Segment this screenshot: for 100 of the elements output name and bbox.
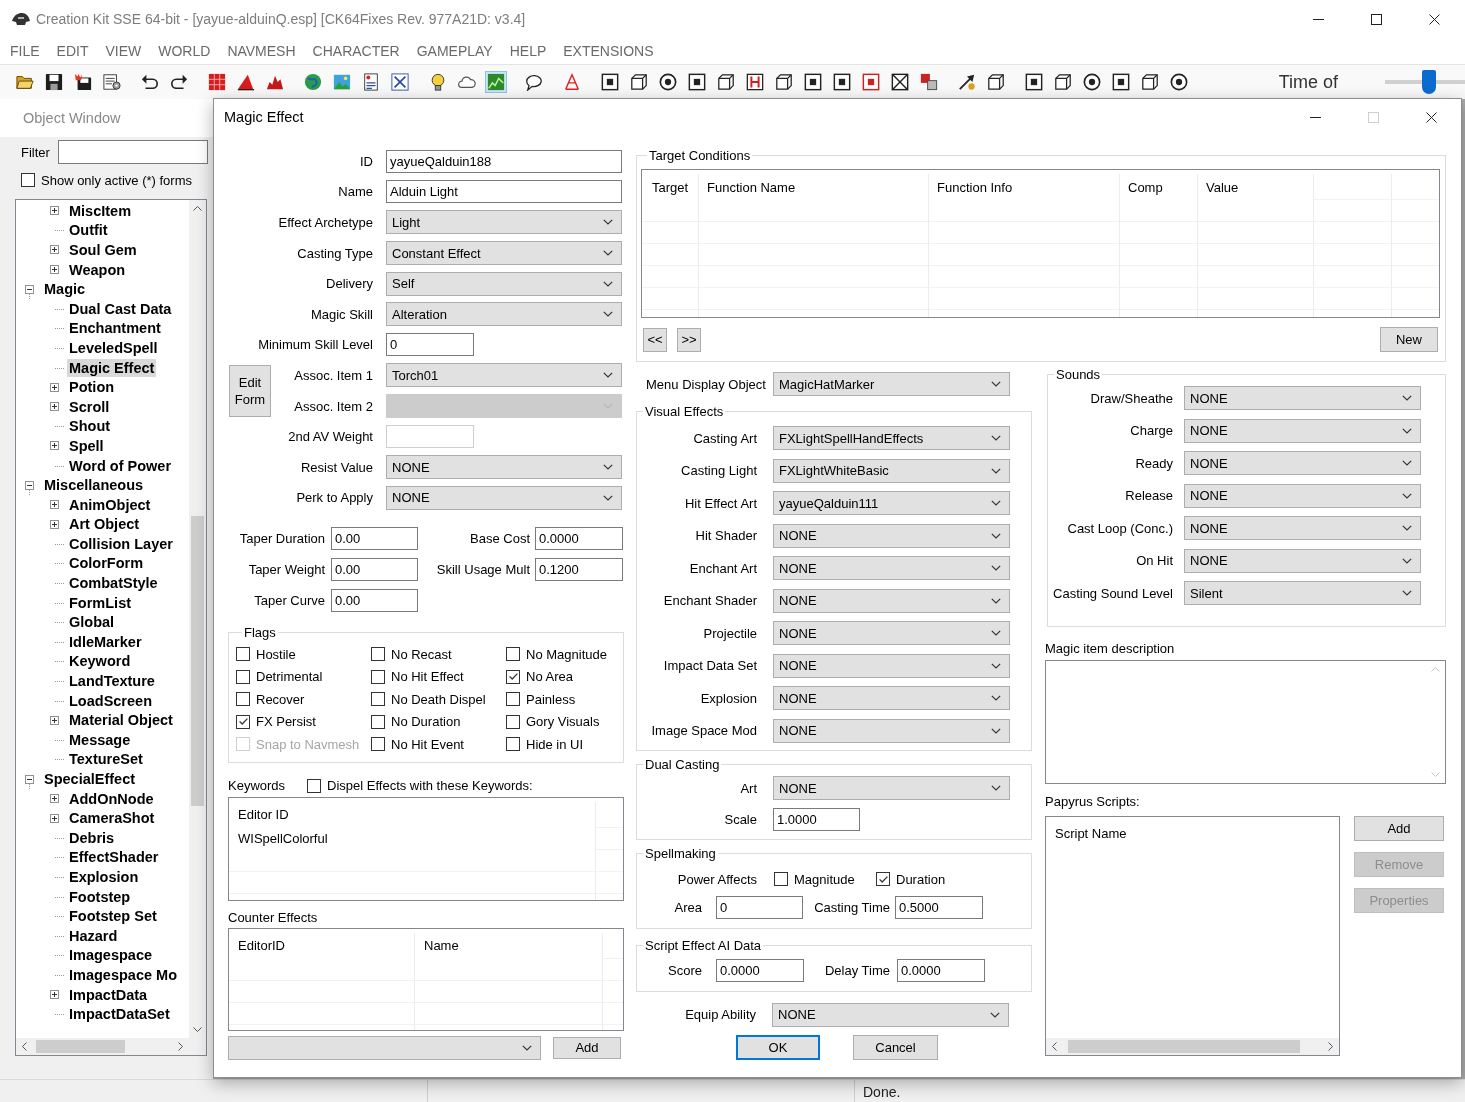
expand-icon[interactable] [50,813,59,823]
tree-item[interactable]: Global [67,613,117,632]
expand-icon[interactable] [50,382,59,392]
scrollbar[interactable] [16,1038,189,1055]
text-field[interactable]: 0.00 [331,527,418,551]
tree-item[interactable]: ColorForm [67,554,146,573]
close-icon[interactable] [1428,13,1440,25]
tree-item[interactable]: Message [67,730,133,749]
tree-item[interactable]: AnimObject [67,495,153,514]
checkbox[interactable] [371,647,385,662]
maximize-icon[interactable] [1370,13,1382,25]
text-field[interactable]: 0 [716,896,803,919]
dropdown[interactable]: FXLightSpellHandEffects [773,426,1010,451]
tree-item[interactable]: Material Object [67,711,175,730]
checkbox[interactable] [236,692,250,707]
text-field[interactable]: 0.0000 [716,959,804,982]
dropdown[interactable]: MagicHatMarker [773,372,1010,396]
checkbox[interactable] [506,692,520,707]
dropdown[interactable]: NONE [773,686,1010,711]
dropdown[interactable]: NONE [386,455,622,480]
toolbar-button[interactable] [1110,71,1132,93]
cancel-button[interactable]: Cancel [853,1035,938,1060]
dropdown[interactable]: NONE [773,556,1010,581]
menu-item[interactable]: CHARACTER [312,43,400,59]
checkbox[interactable] [21,173,35,187]
tree-item[interactable]: Scroll [67,397,112,416]
menu-item[interactable]: EDIT [56,43,89,59]
toolbar-button[interactable] [1139,71,1161,93]
dropdown[interactable]: Alteration [386,302,622,327]
menu-item[interactable]: WORLD [158,43,211,59]
checkbox[interactable] [506,714,520,729]
dropdown[interactable]: Constant Effect [386,241,622,266]
text-field[interactable]: 0.0000 [535,527,623,551]
toolbar-button[interactable] [1023,71,1045,93]
toolbar-button[interactable] [72,71,94,93]
toolbar-button[interactable] [657,71,679,93]
collapse-icon[interactable] [25,774,34,784]
tree-item[interactable]: Shout [67,417,113,436]
tree-item[interactable]: Word of Power [67,456,174,475]
tree-item[interactable]: Outfit [67,221,110,240]
toolbar-button[interactable] [1052,71,1074,93]
tree-item[interactable]: IdleMarker [67,632,144,651]
description-field[interactable] [1045,659,1446,784]
dropdown[interactable]: NONE [773,621,1010,646]
tree-item[interactable]: CombatStyle [67,574,160,593]
collapse-icon[interactable] [25,284,34,294]
tree-item[interactable]: TextureSet [67,750,145,769]
checkbox[interactable] [876,872,890,886]
text-field[interactable]: 0.0000 [897,959,985,982]
checkbox[interactable] [371,714,385,729]
tree-item[interactable]: Magic [42,280,88,299]
dropdown[interactable]: NONE [1184,516,1421,541]
toolbar-button[interactable] [802,71,824,93]
checkbox[interactable] [236,647,250,662]
menu-item[interactable]: EXTENSIONS [563,43,654,59]
scroll-left-icon[interactable] [22,1042,27,1051]
expand-icon[interactable] [50,441,59,451]
dropdown[interactable]: NONE [773,718,1010,743]
toolbar-button[interactable] [628,71,650,93]
tree-item[interactable]: Keyword [67,652,133,671]
tree-item[interactable]: ImpactData [67,985,150,1004]
toolbar-button[interactable] [599,71,621,93]
next-button[interactable]: >> [677,327,701,352]
dropdown[interactable]: NONE [772,1002,1009,1027]
tree-item[interactable]: Footstep [67,887,133,906]
minimize-icon[interactable] [1309,116,1321,118]
dropdown[interactable]: NONE [773,523,1010,548]
scroll-right-icon[interactable] [178,1042,183,1051]
dropdown[interactable]: NONE [1184,483,1421,508]
checkbox[interactable] [236,669,250,684]
text-field[interactable]: Alduin Light [386,180,622,204]
checkbox[interactable] [506,669,520,684]
scrollbar-thumb[interactable] [1068,1039,1300,1053]
toolbar-button[interactable] [101,71,123,93]
checkbox[interactable] [371,669,385,684]
toolbar-button[interactable] [773,71,795,93]
tree-item[interactable]: Art Object [67,515,142,534]
tree-item[interactable]: CameraShot [67,809,157,828]
toolbar-button[interactable] [831,71,853,93]
menu-item[interactable]: FILE [10,43,40,59]
tree-item[interactable]: MiscItem [67,201,134,220]
new-button[interactable]: New [1380,327,1438,352]
tree-item[interactable]: Weapon [67,260,128,279]
menu-item[interactable]: NAVMESH [227,43,296,59]
text-field[interactable]: 0.00 [331,558,418,582]
tree-item[interactable]: ImpactDataSet [67,1005,172,1024]
scrollbar-thumb[interactable] [36,1040,125,1053]
expand-icon[interactable] [50,990,59,1000]
dropdown[interactable]: NONE [773,653,1010,678]
toolbar-button[interactable] [389,71,411,93]
tree-item[interactable]: LeveledSpell [67,338,160,357]
add-button[interactable]: Add [553,1036,621,1059]
toolbar-button[interactable] [1081,71,1103,93]
expand-icon[interactable] [50,519,59,529]
checkbox[interactable] [506,647,520,662]
expand-icon[interactable] [50,402,59,412]
tree-item[interactable]: Spell [67,436,106,455]
dropdown[interactable]: Silent [1184,581,1421,606]
tree-item[interactable]: SpecialEffect [42,770,138,788]
expand-icon[interactable] [50,206,59,216]
